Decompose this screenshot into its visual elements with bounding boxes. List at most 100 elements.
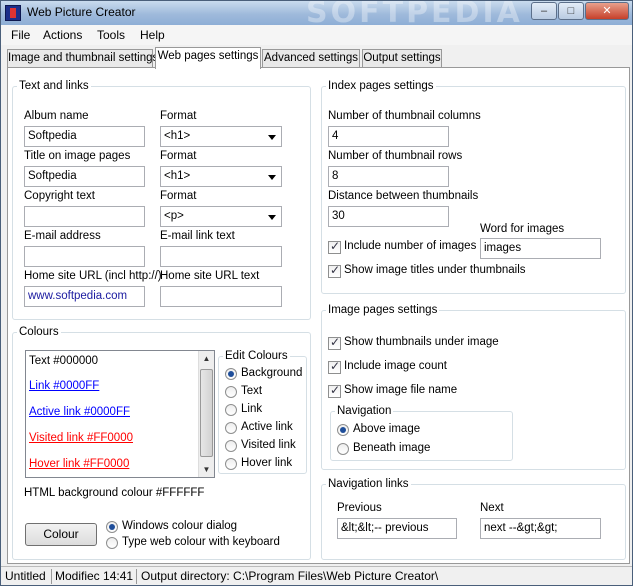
chevron-down-icon [268, 175, 276, 180]
title-bar[interactable]: SOFTPEDIA Web Picture Creator – □ ✕ [1, 1, 632, 25]
columns-field[interactable]: 4 [328, 126, 449, 147]
tab-image-thumbnail-settings[interactable]: Image and thumbnail settings [7, 49, 158, 68]
radio-text-label[interactable]: Text [241, 385, 262, 397]
show-thumbs-checkbox[interactable] [328, 335, 341, 350]
title-format-dropdown[interactable]: <h1> [160, 166, 282, 187]
radio-hover-link-label[interactable]: Hover link [241, 457, 292, 469]
radio-type-web-colour-label[interactable]: Type web colour with keyboard [122, 536, 280, 548]
status-divider [51, 569, 52, 584]
title-pages-field[interactable]: Softpedia [24, 166, 145, 187]
include-number-label[interactable]: Include number of images [344, 240, 476, 252]
album-name-field[interactable]: Softpedia [24, 126, 145, 147]
minimize-button[interactable]: – [531, 2, 557, 20]
menu-file[interactable]: File [11, 28, 30, 42]
rows-label: Number of thumbnail rows [328, 150, 463, 162]
radio-visited-link[interactable] [225, 440, 237, 452]
app-icon[interactable] [5, 5, 21, 21]
radio-type-web-colour[interactable] [106, 537, 118, 549]
colour-list[interactable]: Text #000000 Link #0000FF Active link #0… [25, 350, 215, 478]
radio-above-image-label[interactable]: Above image [353, 423, 420, 435]
background-colour-text: HTML background colour #FFFFFF [24, 487, 205, 499]
show-titles-checkbox[interactable] [328, 263, 341, 278]
colour-button[interactable]: Colour [25, 523, 97, 546]
window-title: Web Picture Creator [27, 5, 136, 19]
colours-legend: Colours [19, 326, 59, 338]
chevron-down-icon [268, 215, 276, 220]
title-pages-label: Title on image pages [24, 150, 131, 162]
radio-link-label[interactable]: Link [241, 403, 262, 415]
radio-windows-dialog-label[interactable]: Windows colour dialog [122, 520, 237, 532]
radio-windows-dialog[interactable] [106, 521, 118, 533]
menu-help[interactable]: Help [140, 28, 165, 42]
radio-active-link-label[interactable]: Active link [241, 421, 293, 433]
album-format-value: <h1> [164, 130, 191, 142]
scroll-thumb[interactable] [200, 369, 213, 457]
menu-tools[interactable]: Tools [97, 28, 125, 42]
email-field[interactable] [24, 246, 145, 267]
show-filename-label[interactable]: Show image file name [344, 384, 457, 396]
home-url-label: Home site URL (incl http://) [24, 270, 162, 282]
include-count-label[interactable]: Include image count [344, 360, 447, 372]
tab-advanced-settings[interactable]: Advanced settings [262, 49, 360, 68]
status-output-directory: Output directory: C:\Program Files\Web P… [141, 569, 439, 583]
word-images-field[interactable]: images [480, 238, 601, 259]
colour-list-scrollbar[interactable]: ▲ ▼ [198, 351, 214, 477]
radio-background-label[interactable]: Background [241, 367, 302, 379]
radio-hover-link[interactable] [225, 458, 237, 470]
columns-label: Number of thumbnail columns [328, 110, 481, 122]
radio-text[interactable] [225, 386, 237, 398]
navigation-links-legend: Navigation links [328, 478, 409, 490]
app-window: SOFTPEDIA Web Picture Creator – □ ✕ File… [0, 0, 633, 586]
email-link-field[interactable] [160, 246, 282, 267]
colour-item-hover-link[interactable]: Hover link #FF0000 [29, 458, 129, 470]
tab-web-pages-settings[interactable]: Web pages settings [155, 47, 261, 69]
status-divider [136, 569, 137, 584]
radio-beneath-image-label[interactable]: Beneath image [353, 442, 430, 454]
previous-label: Previous [337, 502, 382, 514]
watermark: SOFTPEDIA [306, 1, 523, 25]
album-format-dropdown[interactable]: <h1> [160, 126, 282, 147]
scroll-down-icon[interactable]: ▼ [199, 462, 214, 477]
include-count-checkbox[interactable] [328, 359, 341, 374]
radio-visited-link-label[interactable]: Visited link [241, 439, 296, 451]
menu-actions[interactable]: Actions [43, 28, 82, 42]
show-thumbs-label[interactable]: Show thumbnails under image [344, 336, 499, 348]
close-button[interactable]: ✕ [585, 2, 629, 20]
navigation-legend: Navigation [337, 405, 392, 417]
album-name-label: Album name [24, 110, 89, 122]
status-modified: Modifiec 14:41 [55, 569, 134, 583]
include-number-checkbox[interactable] [328, 239, 341, 254]
next-field[interactable]: next --&gt;&gt; [480, 518, 601, 539]
format-label-2: Format [160, 150, 197, 162]
distance-field[interactable]: 30 [328, 206, 449, 227]
tab-output-settings[interactable]: Output settings [362, 49, 442, 68]
rows-field[interactable]: 8 [328, 166, 449, 187]
maximize-button[interactable]: □ [558, 2, 584, 20]
home-url-field[interactable]: www.softpedia.com [24, 286, 145, 307]
scroll-up-icon[interactable]: ▲ [199, 351, 214, 366]
title-format-value: <h1> [164, 170, 191, 182]
show-titles-label[interactable]: Show image titles under thumbnails [344, 264, 526, 276]
format-label-3: Format [160, 190, 197, 202]
distance-label: Distance between thumbnails [328, 190, 479, 202]
copyright-field[interactable] [24, 206, 145, 227]
copyright-format-value: <p> [164, 210, 184, 222]
status-bar: Untitled Modifiec 14:41 Output directory… [1, 566, 632, 585]
colour-item-active-link[interactable]: Active link #0000FF [29, 406, 130, 418]
radio-link[interactable] [225, 404, 237, 416]
index-pages-legend: Index pages settings [328, 80, 434, 92]
copyright-format-dropdown[interactable]: <p> [160, 206, 282, 227]
show-filename-checkbox[interactable] [328, 383, 341, 398]
radio-above-image[interactable] [337, 424, 349, 436]
colour-item-link[interactable]: Link #0000FF [29, 380, 99, 392]
next-label: Next [480, 502, 504, 514]
previous-field[interactable]: &lt;&lt;-- previous [337, 518, 457, 539]
text-links-legend: Text and links [19, 80, 89, 92]
home-url-text-field[interactable] [160, 286, 282, 307]
colour-item-text[interactable]: Text #000000 [29, 355, 98, 367]
radio-beneath-image[interactable] [337, 443, 349, 455]
radio-active-link[interactable] [225, 422, 237, 434]
radio-background[interactable] [225, 368, 237, 380]
colour-item-visited-link[interactable]: Visited link #FF0000 [29, 432, 133, 444]
menu-bar: File Actions Tools Help [1, 25, 632, 45]
